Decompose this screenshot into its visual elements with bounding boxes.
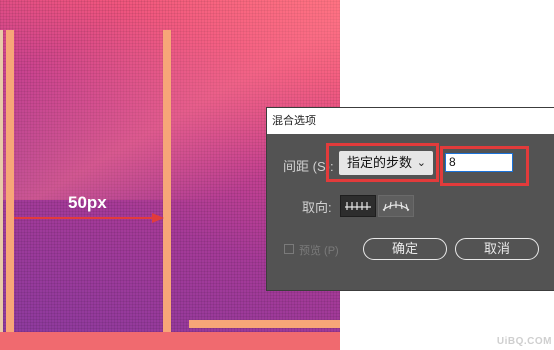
spacing-mode-dropdown[interactable]: 指定的步数 ⌄ [339, 151, 433, 175]
preview-label: 预览 (P) [299, 245, 339, 257]
distance-label: 50px [68, 193, 107, 212]
ok-button[interactable]: 确定 [363, 238, 447, 260]
chevron-down-icon: ⌄ [416, 157, 426, 169]
dialog-title[interactable]: 混合选项 [267, 108, 554, 134]
spacing-mode-value: 指定的步数 [347, 155, 413, 170]
orientation-align-path-button[interactable] [378, 195, 414, 217]
left-vertical-bar[interactable] [6, 30, 14, 336]
preview-checkbox[interactable] [284, 244, 294, 254]
left-edge-line [0, 30, 3, 336]
orientation-align-page-button[interactable] [340, 195, 376, 217]
distance-arrow-line [14, 217, 154, 219]
align-path-icon [382, 201, 410, 212]
align-page-icon [345, 202, 371, 210]
middle-vertical-bar[interactable] [163, 30, 171, 336]
cancel-button[interactable]: 取消 [455, 238, 539, 260]
steps-input[interactable]: 8 [445, 153, 513, 172]
blend-options-dialog: 混合选项 间距 (S): 指定的步数 ⌄ 8 取向: 预览 (P) 确定 取消 [267, 108, 554, 290]
right-margin [340, 0, 554, 108]
watermark-logo: UiBQ.COM [496, 336, 552, 347]
arrow-head-icon [152, 213, 164, 223]
bottom-band [0, 332, 340, 350]
orientation-label: 取向: [302, 200, 332, 215]
bottom-horizontal-bar[interactable] [189, 320, 340, 328]
